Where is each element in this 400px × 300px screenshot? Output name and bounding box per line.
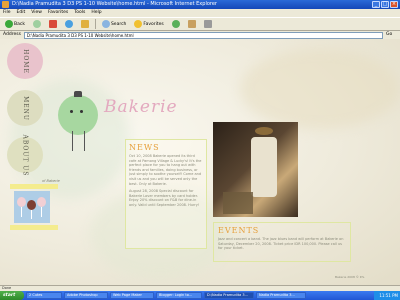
print-button[interactable] [202,19,214,29]
site-logo[interactable]: Bakerie [104,97,178,117]
home-icon [80,20,89,28]
chair-top [255,127,273,135]
address-bar: Address D:\Nadia Pramudita 3 D3 PS 1-10 … [0,31,400,39]
close-button[interactable]: × [390,1,398,8]
cake-pop [17,197,26,207]
photo-caption: of Bakerie [42,179,60,183]
menu-tools[interactable]: Tools [74,9,85,17]
toolbar-separator [94,19,96,29]
news-body: Oct 10, 2008 Bakerie opened its third ca… [129,154,203,208]
window-title-bar: D:\Nadia Pramudita 3 D3 PS 1-10 Website\… [0,0,400,9]
cupcake-photo [14,191,50,223]
news-item: August 28, 2008 Special discount for Bak… [129,189,200,207]
cake-pop [27,200,36,210]
star-icon [134,20,143,28]
events-heading: EVENTS [218,226,260,235]
address-input[interactable]: D:\Nadia Pramudita 3 D3 PS 1-10 Website\… [23,31,383,39]
nav-about-us[interactable]: ABOUT US [7,134,43,176]
white-cloth [251,137,277,197]
printer-icon [203,20,212,28]
start-button[interactable]: start [0,291,24,300]
mascot-eye [70,110,73,113]
home-button[interactable] [79,19,91,29]
decorative-stripe [10,184,58,189]
menu-edit[interactable]: Edit [17,9,26,17]
system-clock: 11:51 PM [374,291,400,300]
pop-stick [41,207,42,217]
taskbar-item[interactable]: 2 Cutes [26,292,62,299]
history-icon [171,20,180,28]
go-button[interactable]: Go [386,31,400,39]
taskbar-item[interactable]: Nadia Pramudita 3... [256,292,306,299]
site-footer: Bakerie 2008 © P.S. [335,275,365,279]
maximize-button[interactable]: □ [381,1,389,8]
events-body: Jazz and concert a band. The jazz blues … [218,237,344,251]
mascot-hat [74,91,82,97]
search-label: Search [110,21,127,27]
mail-icon [187,20,196,28]
back-button[interactable]: Back [3,19,27,29]
forward-button[interactable] [31,19,43,29]
mail-button[interactable] [186,19,198,29]
browser-toolbar: Back Search Favorites [0,17,400,31]
window-controls: _ □ × [372,1,398,8]
nav-home[interactable]: HOME [7,43,43,79]
taskbar-item[interactable]: Web Page Maker [110,292,154,299]
nav-home-label: HOME [21,48,29,74]
pop-stick [31,209,32,219]
events-panel: EVENTS Jazz and concert a band. The jazz… [213,222,351,262]
news-heading: NEWS [129,143,160,152]
stop-button[interactable] [47,19,59,29]
menu-help[interactable]: Help [91,9,101,17]
taskbar-item[interactable]: Adobe Photoshop [64,292,108,299]
favorites-button[interactable]: Favorites [132,19,165,29]
refresh-icon [64,20,73,28]
taskbar: start 2 Cutes Adobe Photoshop Web Page M… [0,291,400,300]
mascot-eye [80,110,83,113]
mascot-leg [72,131,73,151]
cake-pop [37,197,46,207]
favorites-label: Favorites [143,21,164,27]
menu-favorites[interactable]: Favorites [48,9,68,17]
pop-stick [21,207,22,217]
watercolor-stain [240,49,400,129]
ie-icon [2,1,9,8]
history-button[interactable] [170,19,182,29]
mascot-illustration [58,91,98,135]
mascot-leg [84,131,85,151]
back-label: Back [14,21,25,27]
page-viewport: HOME MENU ABOUT US of Bakerie Bakerie NE… [0,39,400,285]
forward-arrow-icon [32,20,41,28]
window-title: D:\Nadia Pramudita 3 D3 PS 1-10 Website\… [12,1,217,7]
search-icon [101,20,110,28]
refresh-button[interactable] [63,19,75,29]
nav-menu[interactable]: MENU [7,90,43,126]
table-shadow [223,192,253,214]
menu-view[interactable]: View [31,9,42,17]
restaurant-photo [213,122,298,217]
news-item: Oct 10, 2008 Bakerie opened its third ca… [129,154,202,186]
minimize-button[interactable]: _ [372,1,380,8]
search-button[interactable]: Search [100,19,128,29]
nav-menu-label: MENU [21,95,29,121]
decorative-stripe [10,225,58,230]
stop-icon [48,20,57,28]
nav-about-label: ABOUT US [21,134,29,176]
taskbar-item-active[interactable]: D:\Nadia Pramudita 3... [204,292,254,299]
news-panel: NEWS Oct 10, 2008 Bakerie opened its thi… [125,139,207,249]
back-arrow-icon [5,20,13,28]
menu-bar: File Edit View Favorites Tools Help [0,9,400,17]
status-text: Done [2,286,12,290]
menu-file[interactable]: File [3,9,11,17]
taskbar-item[interactable]: Blogger: Login to... [156,292,202,299]
address-label: Address [3,32,21,37]
